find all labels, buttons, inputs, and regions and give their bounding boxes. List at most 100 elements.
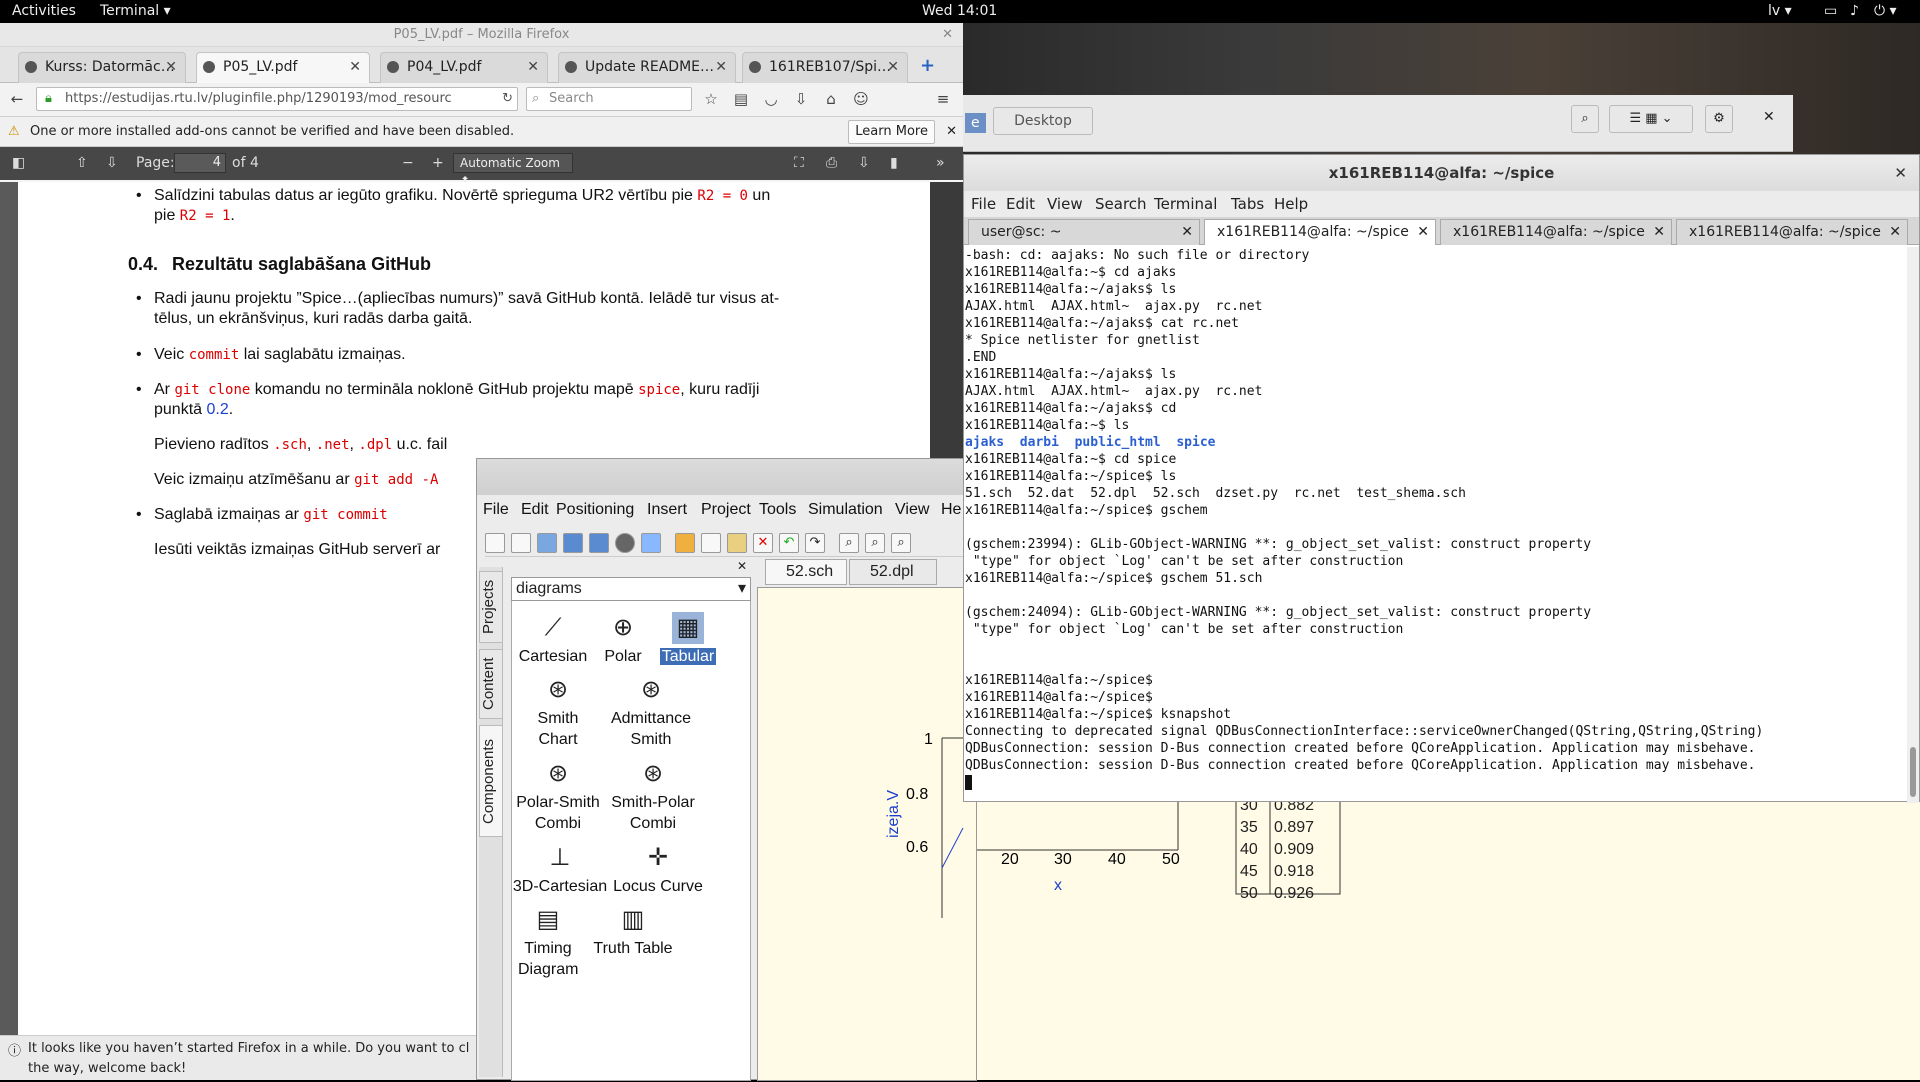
- save-all-icon[interactable]: [589, 533, 609, 553]
- close-icon[interactable]: ✕: [946, 117, 957, 147]
- component-smith-polar[interactable]: ⊛ Smith-Polar Combi: [608, 758, 698, 834]
- terminal-tab-user-sc[interactable]: user@sc: ~ ✕: [968, 219, 1200, 245]
- menu-file[interactable]: File: [483, 501, 509, 519]
- menu-project[interactable]: Project: [701, 501, 751, 519]
- close-icon[interactable]: ✕: [1653, 220, 1665, 244]
- menu-edit[interactable]: Edit: [521, 501, 549, 519]
- tab-update-readme[interactable]: Update README… ✕: [558, 52, 736, 83]
- bookmark-icon[interactable]: ▮: [890, 155, 898, 171]
- component-category-select[interactable]: diagrams ▾: [511, 577, 751, 601]
- copy-icon[interactable]: [701, 533, 721, 553]
- download-icon[interactable]: ⇩: [792, 90, 810, 108]
- component-truth-table[interactable]: ▥ Truth Table: [588, 904, 678, 959]
- menu-insert[interactable]: Insert: [647, 501, 687, 519]
- zoom-select[interactable]: Automatic Zoom ⬍: [453, 153, 573, 188]
- bookmark-star-icon[interactable]: ☆: [702, 90, 720, 108]
- tab-kurss[interactable]: Kurss: Datormāc… ✕: [18, 52, 186, 83]
- close-icon[interactable]: ✕: [1889, 220, 1901, 244]
- view-mode-icons[interactable]: ☰ ▦ ⌄: [1609, 105, 1693, 133]
- next-page-icon[interactable]: ⇩: [106, 155, 118, 171]
- url-bar[interactable]: 🔒︎ https://estudijas.rtu.lv/pluginfile.ph…: [36, 87, 518, 111]
- tab-p04[interactable]: P04_LV.pdf ✕: [380, 52, 548, 83]
- terminal-scrollbar[interactable]: [1907, 247, 1919, 803]
- close-icon[interactable]: ✕: [1417, 220, 1429, 244]
- open-icon[interactable]: [537, 533, 557, 553]
- pocket-icon[interactable]: ◡: [762, 90, 780, 108]
- reading-list-icon[interactable]: ▤: [732, 90, 750, 108]
- zoom-out-icon[interactable]: −: [402, 155, 414, 171]
- sidebar-toggle-icon[interactable]: ◧: [12, 155, 25, 171]
- component-3d-cartesian[interactable]: ⊥ 3D-Cartesian: [512, 842, 608, 897]
- terminal-tab-spice-2[interactable]: x161REB114@alfa: ~/spice ✕: [1440, 219, 1672, 245]
- terminal-tab-spice-3[interactable]: x161REB114@alfa: ~/spice ✕: [1676, 219, 1908, 245]
- prev-page-icon[interactable]: ⇧: [76, 155, 88, 171]
- app-menu[interactable]: Terminal ▾: [100, 3, 171, 19]
- language-indicator[interactable]: lv ▾: [1768, 3, 1792, 19]
- terminal-output[interactable]: -bash: cd: aajaks: No such file or direc…: [964, 247, 1909, 803]
- network-icon[interactable]: ▭: [1824, 3, 1837, 19]
- page-number-input[interactable]: 4: [174, 153, 226, 173]
- component-polar-smith[interactable]: ⊛ Polar-Smith Combi: [516, 758, 600, 834]
- close-icon[interactable]: ✕: [715, 53, 727, 82]
- menu-simulation[interactable]: Simulation: [808, 501, 883, 519]
- zoom-out-icon[interactable]: ⌕: [891, 533, 911, 553]
- delete-icon[interactable]: ✕: [753, 533, 773, 553]
- menu-view[interactable]: View: [895, 501, 929, 519]
- tab-161reb107[interactable]: 161REB107/Spi… ✕: [742, 52, 908, 83]
- paste-icon[interactable]: [727, 533, 747, 553]
- close-icon[interactable]: ✕: [887, 53, 899, 82]
- tab-projects[interactable]: Projects: [479, 571, 503, 643]
- close-icon[interactable]: ✕: [349, 53, 361, 82]
- menu-tabs[interactable]: Tabs: [1231, 191, 1264, 217]
- tab-p05[interactable]: P05_LV.pdf ✕: [196, 52, 370, 83]
- save-icon[interactable]: ⇩: [858, 155, 870, 171]
- hamburger-menu-icon[interactable]: ≡: [934, 90, 952, 108]
- redo-icon[interactable]: ↷: [805, 533, 825, 553]
- close-icon[interactable]: ✕: [737, 559, 747, 573]
- component-smith-chart[interactable]: ⊛ Smith Chart: [516, 674, 600, 750]
- volume-icon[interactable]: ♪: [1850, 3, 1859, 19]
- menu-view[interactable]: View: [1047, 191, 1083, 217]
- zoom-in-icon[interactable]: ⌕: [865, 533, 885, 553]
- terminal-tab-spice-1[interactable]: x161REB114@alfa: ~/spice ✕: [1204, 219, 1436, 245]
- nautilus-tab-partial[interactable]: e: [965, 113, 986, 133]
- menu-file[interactable]: File: [971, 191, 996, 217]
- close-icon[interactable]: ✕: [1894, 155, 1907, 191]
- schematic-canvas-extended[interactable]: 10 20 30 40 50 x 300.882350.897400.90945…: [976, 797, 1920, 1080]
- close-icon[interactable]: ✕: [527, 53, 539, 82]
- menu-search[interactable]: Search: [1095, 191, 1147, 217]
- component-admittance-smith[interactable]: ⊛ Admittance Smith: [604, 674, 698, 750]
- print-icon[interactable]: ⎙: [826, 155, 837, 171]
- menu-terminal[interactable]: Terminal: [1154, 191, 1217, 217]
- section-link[interactable]: 0.2: [206, 401, 228, 418]
- close-icon[interactable]: ✕: [942, 23, 953, 47]
- tab-content[interactable]: Content: [479, 649, 503, 719]
- new-tab-icon[interactable]: +: [920, 55, 935, 76]
- close-icon[interactable]: ✕: [1763, 109, 1775, 125]
- menu-help[interactable]: Help: [1274, 191, 1308, 217]
- tools-chevron-icon[interactable]: »: [936, 155, 945, 171]
- component-locus-curve[interactable]: ✛ Locus Curve: [608, 842, 708, 897]
- close-doc-icon[interactable]: [615, 533, 635, 553]
- search-icon[interactable]: ⌕: [1571, 105, 1599, 133]
- save-icon[interactable]: [563, 533, 583, 553]
- tab-52-sch[interactable]: 52.sch: [765, 559, 847, 585]
- search-input[interactable]: ⌕ Search: [526, 87, 692, 111]
- menu-help[interactable]: He: [941, 501, 961, 519]
- reload-icon[interactable]: ↻: [502, 88, 513, 110]
- print-icon[interactable]: [641, 533, 661, 553]
- schematic-canvas[interactable]: 1 0.8 0.6 izeja.V: [757, 587, 978, 1081]
- learn-more-button[interactable]: Learn More: [848, 120, 935, 144]
- new-icon[interactable]: [485, 533, 505, 553]
- gear-icon[interactable]: ⚙: [1705, 105, 1733, 133]
- zoom-in-icon[interactable]: +: [432, 155, 444, 171]
- power-icon[interactable]: ⏻ ▾: [1874, 3, 1897, 19]
- home-icon[interactable]: ⌂: [822, 90, 840, 108]
- new-text-icon[interactable]: [511, 533, 531, 553]
- menu-positioning[interactable]: Positioning: [556, 501, 634, 519]
- component-cartesian[interactable]: ⟋ Cartesian: [518, 612, 588, 667]
- component-tabular[interactable]: ▦ Tabular: [656, 612, 720, 667]
- component-timing-diagram[interactable]: ▤ Timing Diagram: [518, 904, 578, 980]
- menu-edit[interactable]: Edit: [1006, 191, 1035, 217]
- back-arrow-icon[interactable]: ←: [8, 90, 26, 108]
